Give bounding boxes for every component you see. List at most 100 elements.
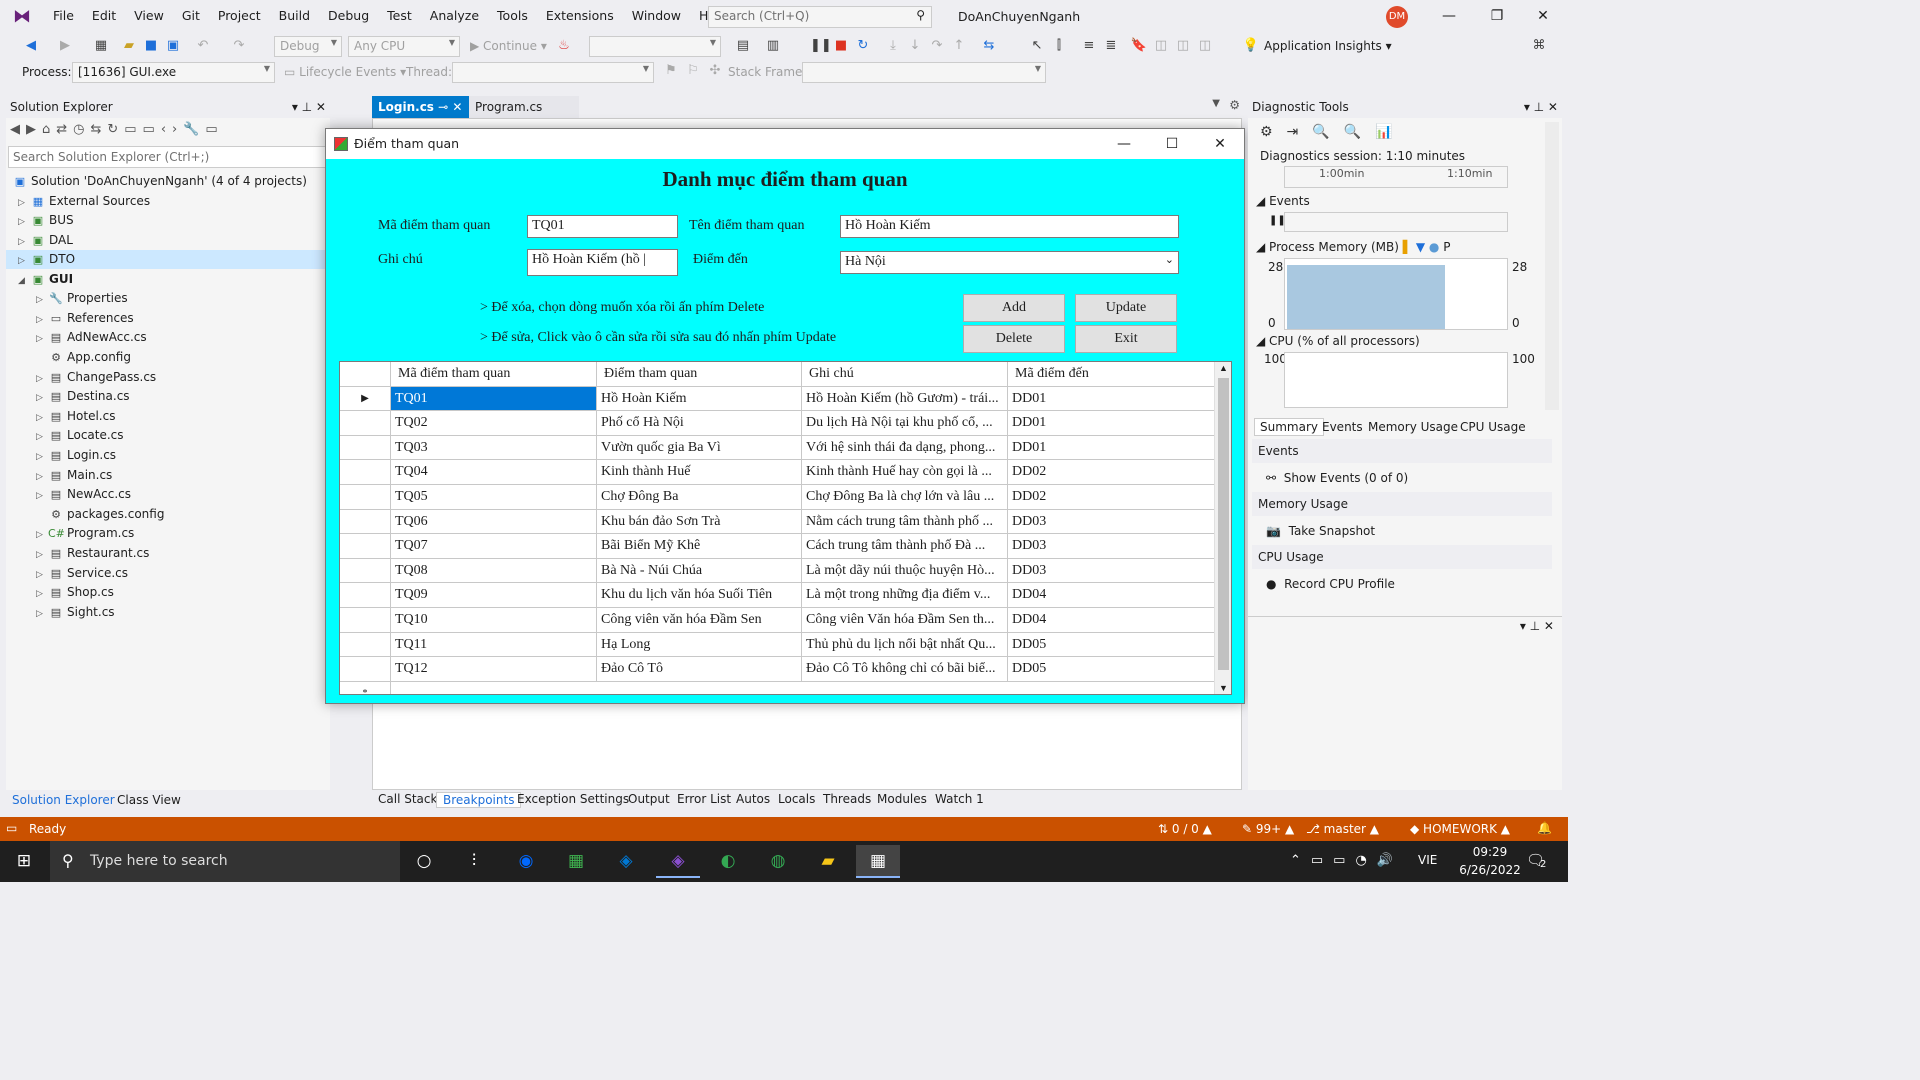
menu-extensions[interactable]: Extensions xyxy=(537,0,623,32)
row-header[interactable] xyxy=(340,534,391,558)
tab-events[interactable]: Events xyxy=(1322,420,1363,434)
cell-ghi-chu[interactable]: Chợ Đông Ba là chợ lớn và lâu ... xyxy=(802,485,1008,509)
tab-cpu-usage[interactable]: CPU Usage xyxy=(1460,420,1526,434)
cell-ghi-chu[interactable]: Du lịch Hà Nội tại khu phố cổ, ... xyxy=(802,411,1008,435)
stack-frame-select[interactable]: ▼ xyxy=(802,62,1046,83)
sights-data-grid[interactable]: Mã điểm tham quan Điểm tham quan Ghi chú… xyxy=(339,361,1232,695)
ten-diem-input[interactable]: Hồ Hoàn Kiếm xyxy=(840,215,1179,238)
table-row[interactable]: ▶ TQ01 Hồ Hoàn Kiếm Hồ Hoàn Kiếm (hồ Gươm) … xyxy=(340,386,1214,412)
file-explorer-icon[interactable]: ▰ xyxy=(806,845,850,878)
cell-ma-diem-den[interactable]: DD01 xyxy=(1008,436,1214,460)
status-lines[interactable]: ⇅ 0 / 0 ▲ xyxy=(1158,822,1212,836)
cell-ma-diem[interactable]: TQ07 xyxy=(391,534,597,558)
tree-item-sight[interactable]: ▷ ▤ Sight.cs xyxy=(36,603,115,622)
settings-icon[interactable]: ⚙ xyxy=(1229,98,1240,112)
cell-diem[interactable]: Phố cổ Hà Nội xyxy=(597,411,802,435)
tree-item-changepass[interactable]: ▷ ▤ ChangePass.cs xyxy=(36,368,156,387)
tab-modules[interactable]: Modules xyxy=(877,792,927,806)
menu-git[interactable]: Git xyxy=(173,0,209,32)
menu-file[interactable]: File xyxy=(44,0,83,32)
column-header-ma-diem-den[interactable]: Mã điểm đến xyxy=(1008,362,1214,386)
process-select[interactable]: [11636] GUI.exe ▼ xyxy=(72,62,275,83)
running-form-icon[interactable]: ▦ xyxy=(856,845,900,878)
clock-time[interactable]: 09:29 xyxy=(1464,845,1516,859)
excel-like-icon[interactable]: ▦ xyxy=(554,845,598,878)
tab-solution-explorer[interactable]: Solution Explorer xyxy=(12,793,115,807)
table-row[interactable]: TQ10 Công viên văn hóa Đầm Sen Công viên V… xyxy=(340,608,1214,633)
cell-ma-diem-den[interactable]: DD01 xyxy=(1008,411,1214,435)
flag-icon[interactable]: ⚑ xyxy=(662,62,680,80)
live-share-icon[interactable]: ⌘ xyxy=(1530,37,1548,55)
panel-options-icon[interactable]: ▾ ⊥ ✕ xyxy=(292,96,326,118)
tab-memory-usage[interactable]: Memory Usage xyxy=(1368,420,1458,434)
form-minimize-icon[interactable]: — xyxy=(1100,129,1148,159)
cell-ghi-chu[interactable]: Công viên Văn hóa Đầm Sen th... xyxy=(802,608,1008,632)
cell-diem[interactable]: Kinh thành Huế xyxy=(597,460,802,484)
cell-ma-diem[interactable]: TQ04 xyxy=(391,460,597,484)
tab-class-view[interactable]: Class View xyxy=(117,793,181,807)
flag-threads-icon[interactable]: ⚐ xyxy=(684,62,702,80)
undo-icon[interactable]: ↶ xyxy=(194,37,212,55)
row-header[interactable] xyxy=(340,485,391,509)
cell-ma-diem-den[interactable]: DD04 xyxy=(1008,583,1214,607)
threads-icon[interactable]: ⫿ xyxy=(1050,37,1068,55)
cell-ma-diem-den[interactable]: DD04 xyxy=(1008,608,1214,632)
solution-search-input[interactable]: Search Solution Explorer (Ctrl+;) xyxy=(8,146,328,168)
tree-item-shop[interactable]: ▷ ▤ Shop.cs xyxy=(36,583,114,602)
cell-ma-diem[interactable]: TQ06 xyxy=(391,509,597,534)
cell-diem[interactable]: Vườn quốc gia Ba Vì xyxy=(597,435,802,460)
avatar[interactable]: DM xyxy=(1386,6,1408,28)
delete-button[interactable]: Delete xyxy=(963,325,1065,353)
tree-item-bus[interactable]: ▷ ▣ BUS xyxy=(18,211,74,230)
panel-options-icon[interactable]: ▾ ⊥ ✕ xyxy=(1520,619,1554,633)
step-back-icon[interactable]: ↷ xyxy=(928,37,946,55)
exit-button[interactable]: Exit xyxy=(1075,325,1177,353)
table-row[interactable]: TQ02 Phố cổ Hà Nội Du lịch Hà Nội tại khu … xyxy=(340,411,1214,436)
save-all-icon[interactable]: ▣ xyxy=(164,37,182,55)
row-header[interactable] xyxy=(340,509,391,534)
table-row[interactable]: TQ07 Bãi Biển Mỹ Khê Cách trung tâm thành … xyxy=(340,534,1214,559)
new-row[interactable]: * xyxy=(340,681,1214,694)
tree-item-program[interactable]: ▷ C# Program.cs xyxy=(36,524,134,543)
cell-ghi-chu[interactable]: Nằm cách trung tâm thành phố ... xyxy=(802,509,1008,534)
tab-threads[interactable]: Threads xyxy=(823,792,871,806)
cell-diem[interactable]: Chợ Đông Ba xyxy=(597,485,802,509)
update-button[interactable]: Update xyxy=(1075,294,1177,322)
bookmark-icon[interactable]: 🔖 xyxy=(1130,37,1148,55)
stop-icon[interactable]: ■ xyxy=(832,37,850,55)
row-header[interactable] xyxy=(340,583,391,607)
cell-ghi-chu[interactable]: Là một dãy núi thuộc huyện Hò... xyxy=(802,558,1008,583)
cell-diem[interactable]: Công viên văn hóa Đầm Sen xyxy=(597,608,802,632)
tree-item-login[interactable]: ▷ ▤ Login.cs xyxy=(36,446,116,465)
pause-icon[interactable]: ❚❚ xyxy=(810,37,832,55)
cell-diem[interactable]: Khu bán đảo Sơn Trà xyxy=(597,509,802,534)
tab-program-cs[interactable]: Program.cs xyxy=(469,96,579,118)
row-header[interactable] xyxy=(340,460,391,484)
status-repo[interactable]: ◆ HOMEWORK ▲ xyxy=(1410,822,1510,836)
solution-node[interactable]: ▣ Solution 'DoAnChuyenNganh' (4 of 4 proj… xyxy=(12,172,307,191)
cell-diem[interactable]: Đảo Cô Tô xyxy=(597,657,802,681)
menu-tools[interactable]: Tools xyxy=(488,0,537,32)
tree-item-external-sources[interactable]: ▷ ▦ External Sources xyxy=(18,192,150,211)
cell-ghi-chu[interactable]: Với hệ sinh thái đa dạng, phong... xyxy=(802,435,1008,460)
tree-item-service[interactable]: ▷ ▤ Service.cs xyxy=(36,564,128,583)
cell-ma-diem-den[interactable]: DD05 xyxy=(1008,657,1214,681)
tab-call-stack[interactable]: Call Stack xyxy=(378,792,437,806)
tab-error-list[interactable]: Error List xyxy=(677,792,731,806)
table-row[interactable]: TQ05 Chợ Đông Ba Chợ Đông Ba là chợ lớn và… xyxy=(340,485,1214,510)
cell-ma-diem-den[interactable]: DD01 xyxy=(1008,387,1214,411)
cell-diem[interactable]: Bãi Biển Mỹ Khê xyxy=(597,534,802,558)
table-row[interactable]: TQ11 Hạ Long Thủ phủ du lịch nổi bật nhất … xyxy=(340,632,1214,658)
task-view-icon[interactable]: ○ xyxy=(402,845,446,878)
solution-explorer-toolbar-icons[interactable]: ◀▶⌂⇄◷⇆↻▭▭‹›🔧▭ xyxy=(10,122,224,142)
windows-start-icon[interactable]: ⊞ xyxy=(2,845,46,878)
row-header[interactable] xyxy=(340,657,391,681)
column-header-diem[interactable]: Điểm tham quan xyxy=(597,362,802,386)
next-bookmark-icon[interactable]: ◫ xyxy=(1174,37,1192,55)
cell-ghi-chu[interactable]: Là một trong những địa điểm v... xyxy=(802,583,1008,607)
continue-button[interactable]: ▶ Continue ▾ xyxy=(470,36,547,56)
menu-view[interactable]: View xyxy=(125,0,173,32)
cell-ma-diem[interactable]: TQ02 xyxy=(391,411,597,435)
scroll-up-icon[interactable]: ▲ xyxy=(1219,363,1228,373)
menu-edit[interactable]: Edit xyxy=(83,0,125,32)
